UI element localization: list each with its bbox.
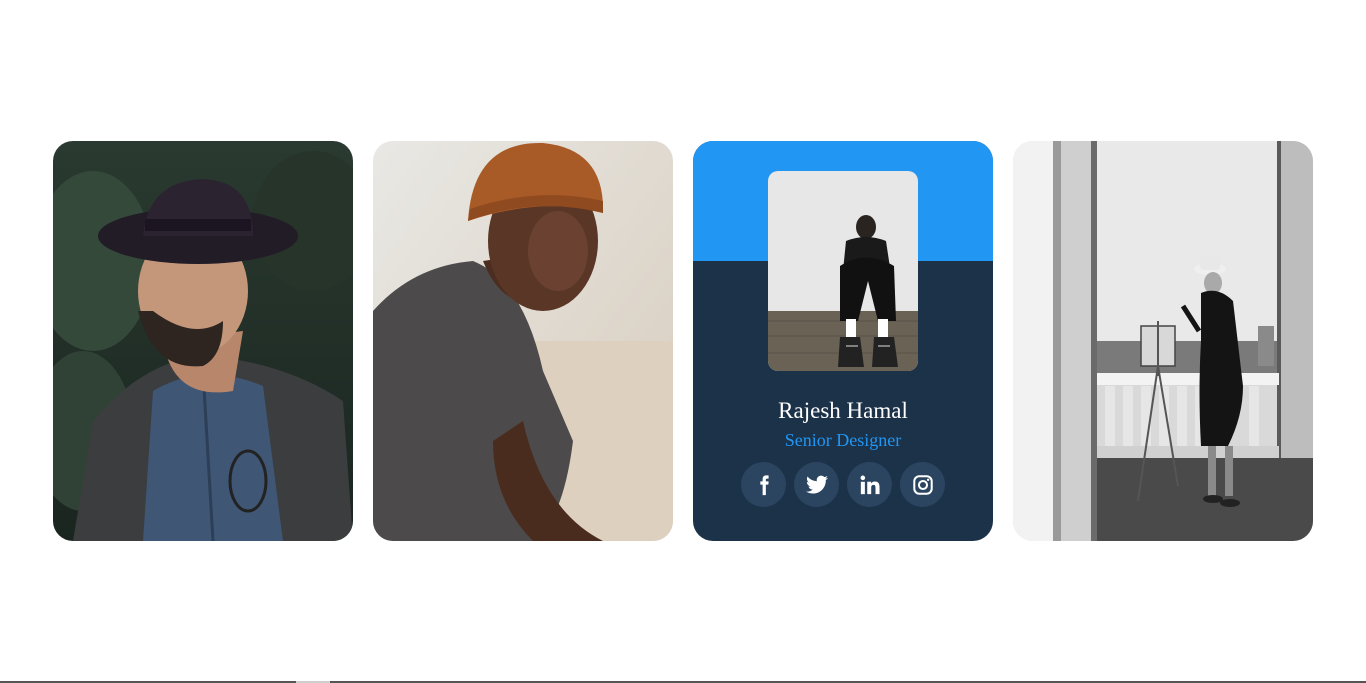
profile-title: Senior Designer — [784, 430, 902, 450]
linkedin-button[interactable] — [847, 462, 892, 507]
man-in-black-hat-photo — [53, 141, 353, 541]
painter-at-easel-photo — [1013, 141, 1313, 541]
man-in-orange-beanie-photo — [373, 141, 673, 541]
profile-photo — [768, 171, 918, 371]
instagram-icon — [912, 474, 933, 495]
profile-card-2[interactable] — [373, 141, 673, 541]
profile-card-1[interactable] — [53, 141, 353, 541]
instagram-button[interactable] — [900, 462, 945, 507]
profile-name: Rajesh Hamal — [778, 398, 908, 423]
profile-card-4[interactable] — [1013, 141, 1313, 541]
facebook-button[interactable] — [741, 462, 786, 507]
profile-cards-row: Rajesh Hamal Senior Designer — [53, 141, 1313, 541]
twitter-icon — [805, 475, 828, 494]
profile-card-active[interactable]: Rajesh Hamal Senior Designer — [693, 141, 993, 541]
social-links — [741, 462, 945, 507]
linkedin-icon — [860, 475, 880, 494]
facebook-icon — [759, 474, 769, 495]
twitter-button[interactable] — [794, 462, 839, 507]
man-sitting-against-wall-photo — [768, 171, 918, 371]
